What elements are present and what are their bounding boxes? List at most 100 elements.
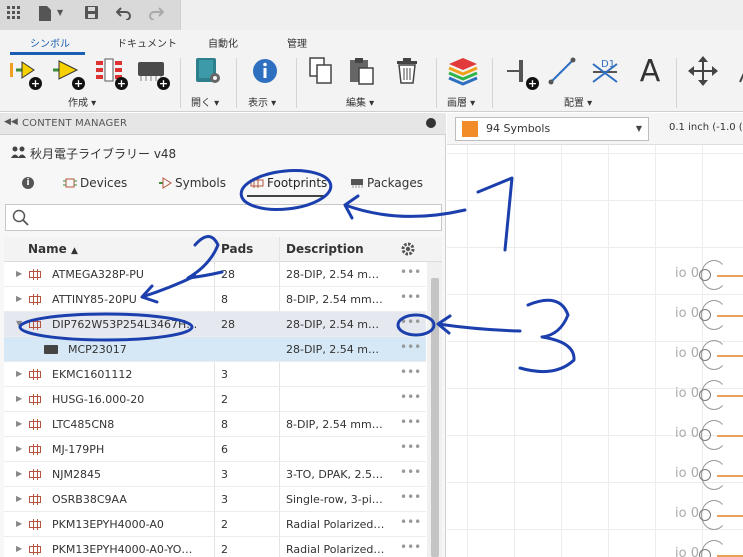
tab-symbols[interactable]: Symbols: [158, 176, 226, 190]
expand-right-icon[interactable]: ▶: [16, 394, 22, 403]
column-header-name[interactable]: Name ▲: [28, 242, 78, 256]
paste-button[interactable]: [345, 54, 379, 88]
more-options-icon[interactable]: •••: [400, 465, 421, 479]
tab-document[interactable]: ドキュメント: [117, 35, 177, 50]
info-button[interactable]: [248, 54, 282, 88]
table-row[interactable]: ▶ ATTINY85-20PU 8 8-DIP, 2.54 mm… •••: [4, 287, 426, 312]
symbol-pin[interactable]: io 0: [675, 540, 743, 557]
table-row[interactable]: ▶ MJ-179PH 6 •••: [4, 437, 426, 462]
more-options-icon[interactable]: •••: [400, 415, 421, 429]
line-button[interactable]: [545, 54, 579, 88]
expand-right-icon[interactable]: ▶: [16, 444, 22, 453]
table-row[interactable]: ▶ EKMC1601112 3 •••: [4, 362, 426, 387]
more-options-icon[interactable]: •••: [400, 490, 421, 504]
info-tab-icon[interactable]: i: [22, 177, 34, 189]
move-button[interactable]: [686, 54, 720, 88]
tab-automation[interactable]: 自動化: [208, 35, 238, 50]
footprint-icon: [29, 269, 41, 280]
file-menu-caret-icon[interactable]: ▼: [57, 8, 63, 17]
symbol-pin[interactable]: io 0: [675, 460, 743, 490]
app-grid-icon[interactable]: [6, 5, 22, 26]
symbol-pin[interactable]: io 0: [675, 420, 743, 450]
panel-close-icon[interactable]: [426, 118, 436, 128]
more-tool-button[interactable]: [730, 54, 743, 88]
table-row[interactable]: ▶ LTC485CN8 8 8-DIP, 2.54 mm… •••: [4, 412, 426, 437]
more-options-icon[interactable]: •••: [400, 290, 421, 304]
layer-button[interactable]: [446, 54, 480, 88]
more-options-icon[interactable]: •••: [400, 265, 421, 279]
table-row[interactable]: ▶ ATMEGA328P-PU 28 28-DIP, 2.54 mm… •••: [4, 262, 426, 287]
group-place-label[interactable]: 配置 ▾: [564, 94, 592, 109]
search-input[interactable]: [5, 204, 442, 231]
expand-right-icon[interactable]: ▶: [16, 369, 22, 378]
place-pin-button[interactable]: +: [503, 54, 539, 90]
tab-footprints[interactable]: Footprints: [250, 176, 327, 190]
symbol-pin[interactable]: io 0: [675, 260, 743, 290]
group-open-label[interactable]: 開く ▾: [191, 94, 219, 109]
new-package-button[interactable]: +: [134, 54, 170, 90]
tab-manage[interactable]: 管理: [287, 35, 307, 50]
symbol-selector-dropdown[interactable]: 94 Symbols ▼: [455, 117, 649, 141]
group-create-label[interactable]: 作成 ▾: [68, 94, 96, 109]
new-pin-button[interactable]: +: [6, 54, 42, 90]
group-edit-label[interactable]: 編集 ▾: [346, 94, 374, 109]
redo-icon[interactable]: [148, 5, 165, 25]
pin-line: [717, 435, 743, 437]
more-options-icon[interactable]: •••: [400, 315, 421, 329]
divider: [296, 58, 297, 108]
footprint-icon: [29, 419, 41, 430]
copy-button[interactable]: [304, 54, 338, 88]
expand-right-icon[interactable]: ▶: [16, 269, 22, 278]
pin-circle: [699, 349, 711, 361]
more-options-icon[interactable]: •••: [400, 390, 421, 404]
column-settings-gear-icon[interactable]: [400, 241, 416, 260]
column-header-description[interactable]: Description: [286, 242, 364, 256]
footprint-description: Radial Polarized…: [286, 518, 385, 531]
expand-right-icon[interactable]: ▶: [16, 294, 22, 303]
symbol-pin[interactable]: io 0: [675, 500, 743, 530]
expand-down-icon[interactable]: ▼: [16, 319, 22, 328]
table-row[interactable]: ▶ PKM13EPYH4000-A0-YO… 2 Radial Polarized… •…: [4, 537, 426, 557]
symbol-pin[interactable]: io 0: [675, 380, 743, 410]
vertical-scrollbar[interactable]: [427, 262, 442, 557]
table-row[interactable]: ▶ HUSG-16.000-20 2 •••: [4, 387, 426, 412]
expand-right-icon[interactable]: ▶: [16, 544, 22, 553]
expand-right-icon[interactable]: ▶: [16, 494, 22, 503]
tab-symbol[interactable]: シンボル: [30, 35, 70, 50]
more-options-icon[interactable]: •••: [400, 340, 421, 354]
table-row[interactable]: ▶ PKM13EPYH4000-A0 2 Radial Polarized… •••: [4, 512, 426, 537]
footprint-name: ATTINY85-20PU: [52, 293, 137, 306]
table-row-child[interactable]: MCP23017 28-DIP, 2.54 mm… •••: [4, 337, 426, 362]
group-layer-label[interactable]: 画層 ▾: [447, 94, 475, 109]
group-display-label[interactable]: 表示 ▾: [248, 94, 276, 109]
tab-packages[interactable]: Packages: [350, 176, 423, 190]
symbol-canvas[interactable]: 94 Symbols ▼ 0.1 inch (-1.0 ( io 0 io 0 io…: [447, 113, 743, 557]
expand-right-icon[interactable]: ▶: [16, 519, 22, 528]
new-gate-button[interactable]: +: [49, 54, 85, 90]
column-header-pads[interactable]: Pads: [221, 242, 253, 256]
collapse-panel-icon[interactable]: ◀◀: [4, 117, 18, 127]
symbol-pin[interactable]: io 0: [675, 340, 743, 370]
more-options-icon[interactable]: •••: [400, 365, 421, 379]
table-row[interactable]: ▼ DIP762W53P254L3467H… 28 28-DIP, 2.54 mm… •…: [4, 312, 426, 337]
scrollbar-thumb[interactable]: [431, 278, 439, 557]
tab-devices[interactable]: Devices: [63, 176, 127, 190]
more-options-icon[interactable]: •••: [400, 515, 421, 529]
undo-icon[interactable]: [115, 5, 132, 25]
table-row[interactable]: ▶ OSRB38C9AA 3 Single-row, 3-pi… •••: [4, 487, 426, 512]
text-button[interactable]: A: [633, 54, 667, 89]
delete-button[interactable]: [390, 54, 424, 88]
plus-icon: +: [526, 77, 539, 90]
file-icon[interactable]: [38, 5, 52, 27]
table-row[interactable]: ▶ NJM2845 3 3-TO, DPAK, 2.5… •••: [4, 462, 426, 487]
symbol-pin[interactable]: io 0: [675, 300, 743, 330]
expand-right-icon[interactable]: ▶: [16, 469, 22, 478]
more-options-icon[interactable]: •••: [400, 440, 421, 454]
dimension-button[interactable]: D1: [588, 54, 622, 88]
grid-setting[interactable]: 0.1 inch (-1.0 (: [669, 122, 743, 133]
save-icon[interactable]: [84, 5, 99, 25]
open-library-button[interactable]: [191, 54, 225, 88]
more-options-icon[interactable]: •••: [400, 540, 421, 554]
expand-right-icon[interactable]: ▶: [16, 419, 22, 428]
new-footprint-button[interactable]: +: [92, 54, 128, 90]
